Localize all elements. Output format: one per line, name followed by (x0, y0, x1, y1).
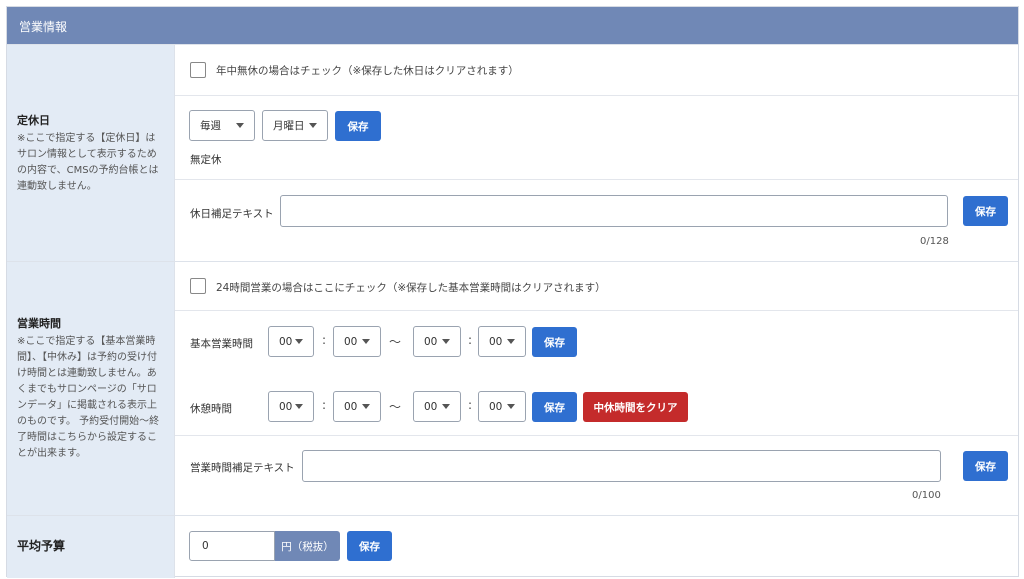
no-holiday-check-label: 年中無休の場合はチェック（※保存した休日はクリアされます） (216, 65, 519, 77)
holiday-weekday-value: 月曜日 (273, 120, 305, 132)
break-end-hour-value: 00 (424, 400, 438, 413)
hours-content: 24時間営業の場合はここにチェック（※保存した基本営業時間はクリアされます） 基… (175, 262, 1018, 515)
budget-input[interactable]: 0 (189, 531, 275, 561)
hours-label-cell: 営業時間 ※ここで指定する【基本営業時間】、【中休み】は予約の受け付け時間とは連… (7, 262, 175, 515)
budget-row: 平均予算 0 円（税抜） 保存 (7, 515, 1018, 578)
chevron-down-icon (442, 339, 450, 344)
colon-separator: : (322, 398, 327, 412)
break-start-min-value: 00 (344, 400, 358, 413)
colon-separator: : (322, 333, 327, 347)
tilde-separator: ～ (389, 400, 402, 414)
break-hours-save-button[interactable]: 保存 (532, 392, 577, 422)
clear-break-button[interactable]: 中休時間をクリア (583, 392, 688, 422)
holiday-status-text: 無定休 (190, 154, 222, 166)
holiday-title: 定休日 (17, 113, 50, 127)
chevron-down-icon (362, 339, 370, 344)
open24-check-label: 24時間営業の場合はここにチェック（※保存した基本営業時間はクリアされます） (216, 282, 606, 294)
basic-hours-sub: 基本営業時間 00 : 00 ～ 00 : 00 保存 休憩時間 00: 00… (175, 311, 1018, 435)
budget-title: 平均予算 (17, 539, 66, 553)
holiday-row: 定休日 ※ここで指定する【定休日】はサロン情報として表示するための内容で、CMS… (7, 44, 1018, 261)
hours-supplement-label: 営業時間補足テキスト (190, 462, 295, 474)
budget-unit-label: 円（税抜） (275, 531, 340, 561)
business-info-panel: 営業情報 定休日 ※ここで指定する【定休日】はサロン情報として表示するための内容… (6, 6, 1019, 578)
holiday-note: ※ここで指定する【定休日】はサロン情報として表示するための内容で、CMSの予約台… (17, 132, 159, 192)
holiday-content: 年中無休の場合はチェック（※保存した休日はクリアされます） 毎週 月曜日 保存 … (175, 45, 1018, 261)
basic-start-min-select[interactable]: 00 (333, 326, 381, 357)
break-end-min-value: 00 (489, 400, 503, 413)
chevron-down-icon (507, 339, 515, 344)
tilde-separator: ～ (389, 335, 402, 349)
holiday-save-button[interactable]: 保存 (335, 111, 381, 141)
chevron-down-icon (236, 123, 244, 128)
hours-note: ※ここで指定する【基本営業時間】、【中休み】は予約の受け付け時間とは連動致しませ… (17, 336, 160, 459)
hours-supplement-save-button[interactable]: 保存 (963, 451, 1008, 481)
basic-hours-save-button[interactable]: 保存 (532, 327, 577, 357)
break-start-min-select[interactable]: 00 (333, 391, 381, 422)
basic-start-hour-select[interactable]: 00 (268, 326, 314, 357)
break-start-hour-select[interactable]: 00 (268, 391, 314, 422)
chevron-down-icon (362, 404, 370, 409)
chevron-down-icon (295, 339, 303, 344)
basic-end-hour-value: 00 (424, 335, 438, 348)
holiday-supplement-save-button[interactable]: 保存 (963, 196, 1008, 226)
hours-supplement-sub: 営業時間補足テキスト 保存 0/100 (175, 435, 1018, 516)
hours-supplement-counter: 0/100 (912, 490, 941, 501)
holiday-supplement-label: 休日補足テキスト (190, 208, 274, 220)
no-holiday-checkbox[interactable] (190, 62, 206, 78)
holiday-supplement-sub: 休日補足テキスト 保存 0/128 (175, 180, 1018, 262)
holiday-select-sub: 毎週 月曜日 保存 無定休 (175, 96, 1018, 180)
panel-header: 営業情報 (7, 7, 1018, 44)
budget-content: 0 円（税抜） 保存 (175, 516, 1018, 578)
holiday-frequency-value: 毎週 (200, 120, 221, 132)
holiday-supplement-counter: 0/128 (920, 236, 949, 247)
no-holiday-sub: 年中無休の場合はチェック（※保存した休日はクリアされます） (175, 45, 1018, 96)
basic-end-min-value: 00 (489, 335, 503, 348)
chevron-down-icon (309, 123, 317, 128)
colon-separator: : (468, 333, 473, 347)
basic-hours-label: 基本営業時間 (190, 338, 253, 350)
chevron-down-icon (295, 404, 303, 409)
holiday-weekday-select[interactable]: 月曜日 (262, 110, 328, 141)
break-start-hour-value: 00 (279, 400, 293, 413)
break-hours-label: 休憩時間 (190, 403, 232, 415)
holiday-supplement-input[interactable] (280, 195, 948, 227)
basic-end-hour-select[interactable]: 00 (413, 326, 461, 357)
budget-save-button[interactable]: 保存 (347, 531, 392, 561)
basic-start-min-value: 00 (344, 335, 358, 348)
break-end-min-select[interactable]: 00 (478, 391, 526, 422)
holiday-label-cell: 定休日 ※ここで指定する【定休日】はサロン情報として表示するための内容で、CMS… (7, 45, 175, 261)
holiday-frequency-select[interactable]: 毎週 (189, 110, 255, 141)
open24-sub: 24時間営業の場合はここにチェック（※保存した基本営業時間はクリアされます） (175, 262, 1018, 311)
break-end-hour-select[interactable]: 00 (413, 391, 461, 422)
basic-end-min-select[interactable]: 00 (478, 326, 526, 357)
basic-start-hour-value: 00 (279, 335, 293, 348)
hours-title: 営業時間 (17, 317, 61, 330)
open24-checkbox[interactable] (190, 278, 206, 294)
budget-label-cell: 平均予算 (7, 516, 175, 578)
hours-supplement-input[interactable] (302, 450, 941, 482)
chevron-down-icon (442, 404, 450, 409)
chevron-down-icon (507, 404, 515, 409)
colon-separator: : (468, 398, 473, 412)
hours-row: 営業時間 ※ここで指定する【基本営業時間】、【中休み】は予約の受け付け時間とは連… (7, 261, 1018, 515)
